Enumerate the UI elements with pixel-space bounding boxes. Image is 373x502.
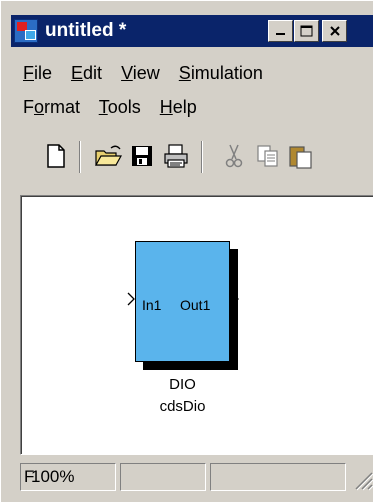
status-cell-3 (210, 463, 346, 491)
maximize-icon (300, 25, 312, 36)
minimize-icon (275, 33, 285, 35)
status-bar: F 100% (20, 459, 373, 495)
menu-format[interactable]: Format (23, 97, 80, 117)
toolbar-separator (79, 141, 81, 173)
menu-edit[interactable]: Edit (71, 63, 102, 83)
status-cell-2 (120, 463, 206, 491)
menu-file[interactable]: File (23, 63, 52, 83)
paste-icon[interactable] (285, 141, 315, 171)
maximize-button[interactable] (294, 20, 319, 42)
menu-bar-row-1: File Edit View Simulation (23, 63, 277, 84)
simulink-window: untitled * File Edit View Simulation For… (0, 0, 373, 502)
new-document-icon[interactable] (41, 141, 71, 171)
output-port-label: Out1 (180, 297, 211, 313)
output-port-arrow-icon[interactable] (230, 291, 240, 307)
resize-grip-icon[interactable] (352, 469, 373, 491)
input-port-label: In1 (142, 297, 162, 313)
close-button[interactable] (322, 20, 347, 42)
print-icon[interactable] (161, 141, 191, 171)
title-bar[interactable]: untitled * (11, 15, 373, 47)
cut-icon[interactable] (219, 141, 249, 171)
status-zoom-cell: F 100% (20, 463, 116, 491)
save-icon[interactable] (127, 141, 157, 171)
block-name[interactable]: DIO (135, 376, 230, 393)
toolbar (11, 131, 373, 185)
menu-tools[interactable]: Tools (99, 97, 141, 117)
input-port-arrow-icon[interactable] (126, 291, 136, 307)
menu-bar-row-2: Format Tools Help (23, 97, 211, 118)
open-folder-icon[interactable] (93, 141, 123, 171)
menu-view[interactable]: View (121, 63, 160, 83)
toolbar-separator (201, 141, 203, 173)
menu-simulation[interactable]: Simulation (179, 63, 263, 83)
minimize-button[interactable] (268, 20, 293, 42)
window-title: untitled * (45, 20, 127, 41)
dio-block[interactable]: In1 Out1 (135, 241, 230, 362)
copy-icon[interactable] (253, 141, 283, 171)
menu-help[interactable]: Help (160, 97, 197, 117)
status-zoom: 100% (31, 467, 75, 486)
block-sublabel: cdsDio (159, 398, 206, 415)
simulink-model-icon[interactable] (14, 19, 38, 43)
close-icon (329, 26, 340, 36)
